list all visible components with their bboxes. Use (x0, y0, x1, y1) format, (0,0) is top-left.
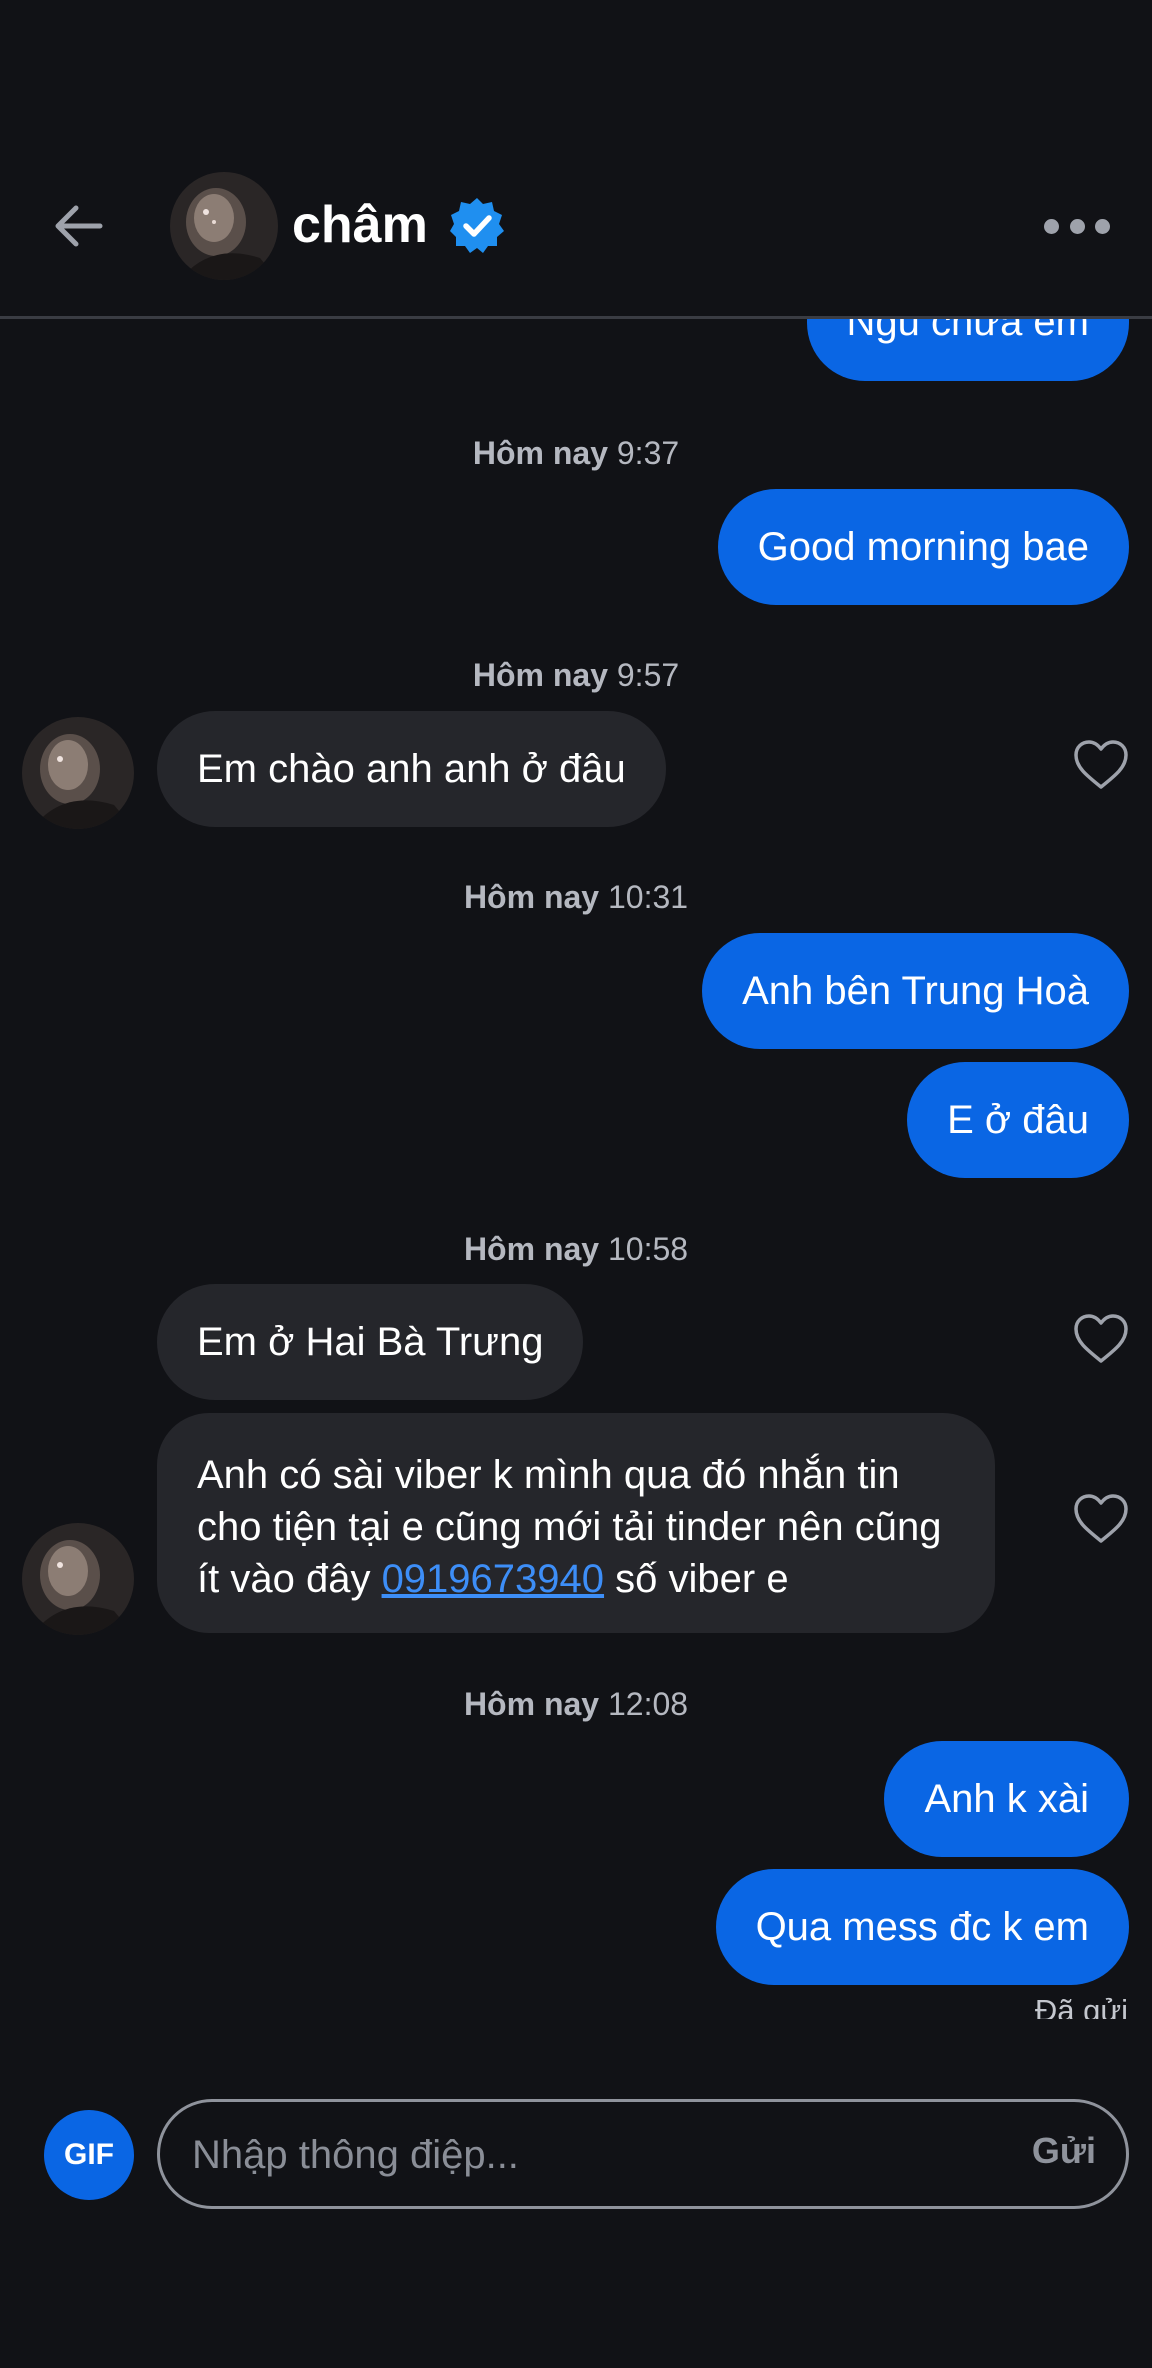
message-input[interactable] (190, 2122, 954, 2188)
heart-icon (1074, 1314, 1128, 1363)
like-button[interactable] (1072, 1313, 1130, 1365)
timestamp: Hôm nay 9:37 (472, 435, 680, 471)
more-options-button[interactable] (1044, 210, 1110, 242)
like-button[interactable] (1072, 739, 1130, 791)
message-list[interactable]: Ngủ chưa em Hôm nay 9:37 Good morning ba… (0, 319, 1152, 2019)
timestamp: Hôm nay 10:58 (463, 1231, 689, 1267)
message-outgoing[interactable]: Anh k xài (884, 1741, 1129, 1857)
contact-avatar[interactable] (170, 172, 278, 280)
message-outgoing[interactable]: Ngủ chưa em (806, 319, 1129, 381)
message-incoming[interactable]: Em chào anh anh ở đâu (157, 711, 666, 827)
more-horizontal-icon (1044, 218, 1059, 234)
message-outgoing[interactable]: Anh bên Trung Hoà (702, 933, 1129, 1049)
gif-button[interactable]: GIF (44, 2110, 134, 2200)
send-button[interactable]: Gửi (1032, 2130, 1096, 2172)
phone-link[interactable]: 0919673940 (382, 1557, 604, 1601)
heart-icon (1074, 1494, 1128, 1543)
back-button[interactable] (46, 196, 110, 256)
message-composer: Gửi (157, 2099, 1129, 2209)
contact-avatar[interactable] (22, 717, 134, 829)
message-incoming[interactable]: Em ở Hai Bà Trưng (157, 1284, 584, 1400)
timestamp: Hôm nay 12:08 (463, 1686, 689, 1722)
timestamp: Hôm nay 9:57 (472, 657, 680, 693)
message-outgoing[interactable]: Good morning bae (717, 489, 1129, 605)
message-outgoing[interactable]: E ở đâu (907, 1062, 1129, 1178)
chat-header: châm (0, 0, 1152, 319)
delivery-status: Đã gửi (1034, 1993, 1128, 2019)
contact-name[interactable]: châm (292, 190, 428, 260)
timestamp: Hôm nay 10:31 (463, 879, 689, 915)
message-outgoing[interactable]: Qua mess đc k em (715, 1869, 1129, 1985)
arrow-left-icon (55, 205, 103, 247)
message-incoming[interactable]: Anh có sài viber k mình qua đó nhắn tin … (157, 1413, 995, 1633)
contact-avatar[interactable] (22, 1523, 134, 1635)
verified-badge-icon (448, 196, 506, 254)
heart-icon (1074, 740, 1128, 789)
like-button[interactable] (1072, 1493, 1130, 1545)
